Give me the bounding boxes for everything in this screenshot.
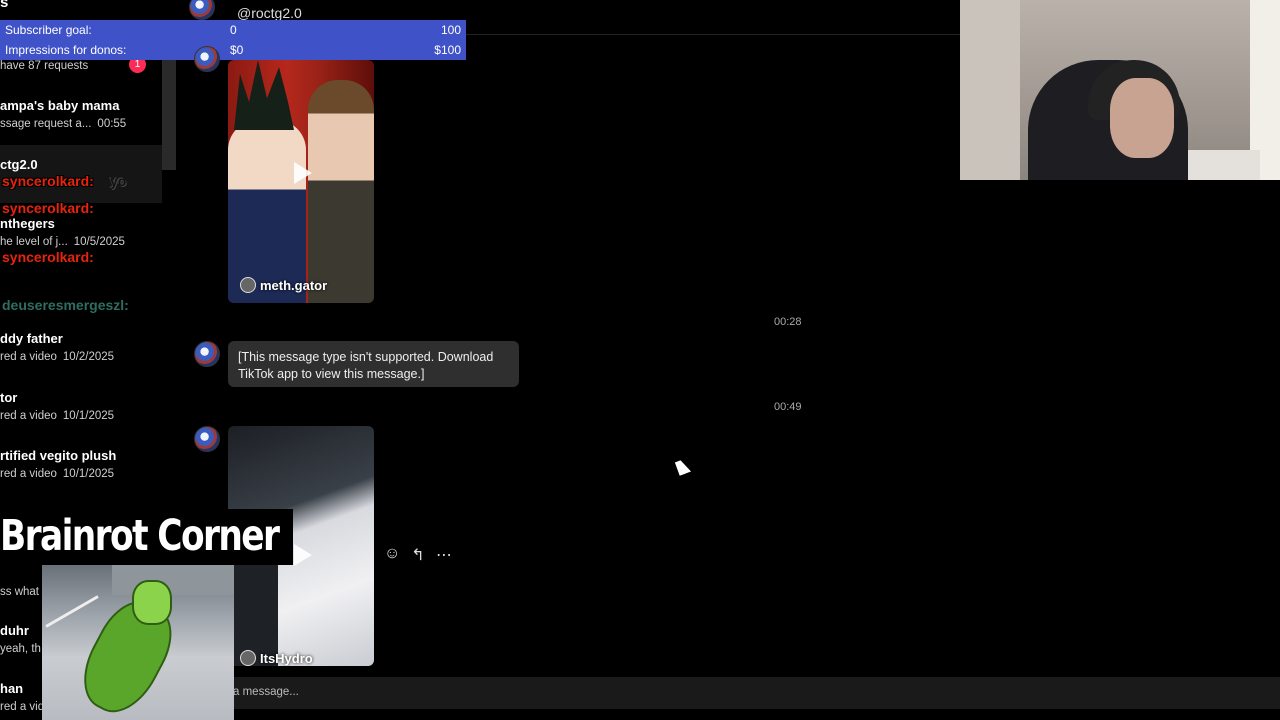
message-timestamp: 00:28 <box>774 316 802 328</box>
conversation-preview: red a video 10/1/2025 <box>0 410 115 422</box>
more-options-icon[interactable]: ⋯ <box>436 545 452 565</box>
conversation-item[interactable]: ampa's baby mama ssage request a... 00:55 <box>0 92 162 150</box>
sender-avatar[interactable] <box>194 341 220 367</box>
conversation-name: rtified vegito plush <box>0 448 117 463</box>
stream-chat-username: syncerolkard: <box>2 200 94 216</box>
reply-icon[interactable]: ↰ <box>410 545 426 565</box>
subscriber-goal-row: Subscriber goal: 0 100 <box>0 20 466 40</box>
conversation-preview: red a vid <box>0 701 45 713</box>
avatar[interactable] <box>189 0 215 20</box>
play-icon[interactable] <box>294 162 312 184</box>
stream-chat-username: syncerolkard: <box>2 249 94 265</box>
goal-start: 0 <box>230 23 237 37</box>
conversation-item[interactable]: ddy father red a video 10/2/2025 <box>0 325 162 383</box>
subscriber-goal-widget: Subscriber goal: 0 100 Impressions for d… <box>0 20 466 60</box>
conversation-name: han <box>0 681 24 696</box>
webcam-overlay <box>960 0 1280 180</box>
play-icon[interactable] <box>294 544 312 566</box>
conversation-preview: he level of j... 10/5/2025 <box>0 236 125 248</box>
conversation-preview: ss what <box>0 586 39 598</box>
sidebar-title-fragment: s <box>0 0 9 11</box>
goal-label: Impressions for donos: <box>5 43 127 57</box>
video-message-thumbnail[interactable]: meth.gator <box>228 60 374 303</box>
brainrot-corner-title: Brainrot Corner <box>0 511 280 561</box>
author-avatar-icon <box>240 650 256 666</box>
chat-handle[interactable]: @roctg2.0 <box>237 5 302 21</box>
stream-chat-message: yo <box>110 173 127 189</box>
message-actions: ☺ ↰ ⋯ <box>384 545 452 565</box>
message-requests[interactable]: have 87 requests <box>0 60 88 72</box>
goal-end: $100 <box>434 43 461 57</box>
message-timestamp: 00:49 <box>774 401 802 413</box>
message-composer[interactable]: a message... <box>176 677 1280 709</box>
donation-goal-row: Impressions for donos: $0 $100 <box>0 40 466 60</box>
conversation-name: ctg2.0 <box>0 157 38 172</box>
conversation-preview: red a video 10/1/2025 <box>0 468 115 480</box>
stream-chat-username: deuseresmergeszl: <box>2 297 129 313</box>
unsupported-message-bubble: [This message type isn't supported. Down… <box>228 341 519 387</box>
conversation-name: duhr <box>0 623 29 638</box>
conversation-name: nthegers <box>0 216 55 231</box>
sender-avatar[interactable] <box>194 46 220 72</box>
conversation-preview: yeah, th <box>0 643 41 655</box>
sender-avatar[interactable] <box>194 426 220 452</box>
author-avatar-icon <box>240 277 256 293</box>
conversation-item[interactable]: rtified vegito plush red a video 10/1/202… <box>0 442 162 500</box>
sidebar-scrollbar[interactable] <box>162 60 176 170</box>
conversation-item[interactable]: tor red a video 10/1/2025 <box>0 384 162 442</box>
mouse-cursor-icon <box>674 458 692 476</box>
video-author: meth.gator <box>240 277 327 293</box>
brainrot-corner-image <box>42 565 234 720</box>
message-input-placeholder[interactable]: a message... <box>233 686 299 698</box>
emoji-react-icon[interactable]: ☺ <box>384 545 400 565</box>
stream-chat-username: syncerolkard: <box>2 173 94 189</box>
conversation-preview: red a video 10/2/2025 <box>0 351 115 363</box>
conversation-name: tor <box>0 390 18 405</box>
goal-end: 100 <box>440 23 461 37</box>
conversation-name: ampa's baby mama <box>0 98 120 113</box>
conversation-preview: ssage request a... 00:55 <box>0 118 127 130</box>
goal-label: Subscriber goal: <box>5 23 92 37</box>
goal-start: $0 <box>230 43 244 57</box>
video-author: ItsHydro <box>240 650 313 666</box>
conversation-name: ddy father <box>0 331 63 346</box>
